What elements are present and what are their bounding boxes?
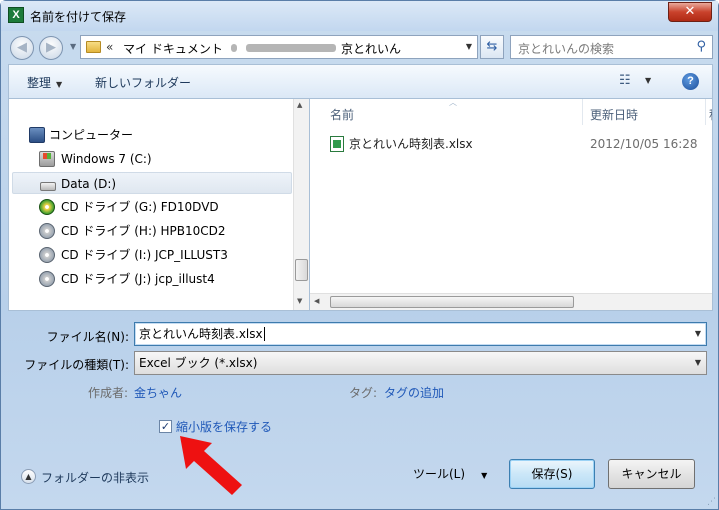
computer-icon bbox=[29, 127, 45, 143]
save-button[interactable]: 保存(S) bbox=[509, 459, 595, 489]
view-options-icon[interactable]: ☷ bbox=[619, 73, 631, 88]
tools-label: ツール(L) bbox=[413, 467, 466, 481]
save-as-dialog: X 名前を付けて保存 ✕ ◀ ▶ ▼ « マイ ドキュメント 京とれいん ▼ ⇆… bbox=[0, 0, 719, 510]
file-list-hscrollbar[interactable]: ◀ bbox=[310, 293, 712, 310]
chevron-down-icon[interactable]: ▼ bbox=[695, 352, 701, 374]
file-row[interactable]: 京とれいん時刻表.xlsx 2012/10/05 16:28 M bbox=[327, 134, 707, 154]
folder-icon bbox=[86, 41, 101, 53]
scrollbar-thumb[interactable] bbox=[330, 296, 574, 308]
search-box[interactable]: 京とれいんの検索 ⚲ bbox=[510, 35, 713, 59]
column-header-modified[interactable]: 更新日時 bbox=[590, 106, 638, 123]
breadcrumb-my-documents[interactable]: マイ ドキュメント bbox=[123, 40, 223, 57]
chevron-down-icon[interactable]: ▼ bbox=[645, 76, 651, 85]
address-overflow-chevron[interactable]: « bbox=[106, 40, 113, 54]
tree-item-cd-i[interactable]: CD ドライブ (I:) JCP_ILLUST3 bbox=[37, 244, 287, 266]
chevron-down-icon: ▼ bbox=[481, 471, 488, 480]
author-label: 作成者: bbox=[88, 386, 129, 400]
back-button[interactable]: ◀ bbox=[10, 36, 34, 60]
cancel-button[interactable]: キャンセル bbox=[608, 459, 695, 489]
file-list-pane: ︿ 名前 更新日時 種 京とれいん時刻表.xlsx 2012/10/05 16:… bbox=[309, 98, 713, 311]
scrollbar-thumb[interactable] bbox=[295, 259, 308, 281]
cd-icon bbox=[39, 223, 55, 239]
tree-item-label: CD ドライブ (H:) HPB10CD2 bbox=[61, 224, 226, 238]
filename-value: 京とれいん時刻表.xlsx bbox=[139, 327, 263, 341]
redacted-segment bbox=[246, 44, 336, 52]
column-divider[interactable] bbox=[705, 99, 706, 125]
tree-item-label: CD ドライブ (G:) FD10DVD bbox=[61, 200, 219, 214]
organize-menu-button[interactable]: 整理 ▼ bbox=[27, 74, 62, 91]
title-bar: X 名前を付けて保存 ✕ bbox=[1, 1, 718, 31]
close-button[interactable]: ✕ bbox=[668, 2, 712, 22]
tree-item-cd-h[interactable]: CD ドライブ (H:) HPB10CD2 bbox=[37, 220, 287, 242]
nav-pane-scrollbar[interactable]: ▲ ▼ bbox=[293, 99, 309, 310]
chevron-down-icon[interactable]: ▼ bbox=[695, 323, 701, 345]
dvd-icon bbox=[39, 199, 55, 215]
tags-value[interactable]: タグの追加 bbox=[384, 384, 444, 401]
column-divider[interactable] bbox=[582, 99, 583, 125]
scroll-up-icon[interactable]: ▲ bbox=[297, 101, 302, 109]
tree-item-windows-c[interactable]: Windows 7 (C:) bbox=[37, 148, 287, 170]
column-header-type[interactable]: 種 bbox=[709, 106, 712, 123]
scroll-down-icon[interactable]: ▼ bbox=[297, 297, 302, 305]
scroll-left-icon[interactable]: ◀ bbox=[314, 297, 319, 305]
resize-grip-icon[interactable]: ⋰ bbox=[707, 497, 716, 507]
tools-menu-button[interactable]: ツール(L) ▼ bbox=[413, 465, 487, 482]
organize-label: 整理 bbox=[27, 76, 52, 90]
recent-locations-caret-icon[interactable]: ▼ bbox=[70, 42, 76, 51]
forward-button[interactable]: ▶ bbox=[39, 36, 63, 60]
tree-item-computer[interactable]: コンピューター bbox=[27, 124, 287, 146]
drive-icon bbox=[40, 182, 56, 191]
column-header-name[interactable]: 名前 bbox=[330, 106, 354, 123]
sort-ascending-icon: ︿ bbox=[449, 98, 457, 107]
tree-item-cd-g[interactable]: CD ドライブ (G:) FD10DVD bbox=[37, 196, 287, 218]
cd-icon bbox=[39, 247, 55, 263]
help-icon[interactable]: ? bbox=[682, 73, 699, 90]
filename-label: ファイル名(N): bbox=[46, 330, 129, 344]
dialog-title: 名前を付けて保存 bbox=[30, 10, 127, 24]
windows-drive-icon bbox=[39, 151, 55, 167]
cd-icon bbox=[39, 271, 55, 287]
tree-item-cd-j[interactable]: CD ドライブ (J:) jcp_illust4 bbox=[37, 268, 287, 290]
author-value[interactable]: 金ちゃん bbox=[134, 384, 182, 401]
navigation-pane: コンピューター Windows 7 (C:) Data (D:) CD ドライブ… bbox=[8, 98, 309, 311]
filetype-value: Excel ブック (*.xlsx) bbox=[139, 356, 258, 370]
breadcrumb-current-folder[interactable]: 京とれいん bbox=[341, 40, 401, 57]
excel-file-icon bbox=[330, 136, 344, 152]
filetype-label: ファイルの種類(T): bbox=[24, 358, 129, 372]
red-arrow-annotation bbox=[180, 436, 242, 495]
address-bar[interactable]: « マイ ドキュメント 京とれいん ▼ bbox=[80, 35, 478, 59]
file-type: M bbox=[712, 134, 713, 154]
new-folder-button[interactable]: 新しいフォルダー bbox=[95, 74, 191, 91]
address-dropdown-icon[interactable]: ▼ bbox=[466, 42, 472, 51]
tree-item-label: CD ドライブ (J:) jcp_illust4 bbox=[61, 272, 215, 286]
excel-app-icon: X bbox=[8, 7, 24, 23]
chevron-down-icon: ▼ bbox=[56, 80, 63, 89]
file-name: 京とれいん時刻表.xlsx bbox=[349, 137, 473, 151]
tree-item-label: CD ドライブ (I:) JCP_ILLUST3 bbox=[61, 248, 228, 262]
tags-label: タグ: bbox=[349, 386, 378, 400]
tree-item-label: コンピューター bbox=[49, 128, 134, 142]
save-thumbnail-checkbox[interactable]: ✓ bbox=[159, 420, 172, 433]
filetype-select[interactable]: Excel ブック (*.xlsx) ▼ bbox=[134, 351, 707, 375]
tree-item-label: Windows 7 (C:) bbox=[61, 152, 152, 166]
hide-folders-label: フォルダーの非表示 bbox=[41, 471, 150, 485]
file-modified: 2012/10/05 16:28 bbox=[590, 137, 698, 151]
search-icon[interactable]: ⚲ bbox=[696, 39, 706, 54]
refresh-button[interactable]: ⇆ bbox=[480, 35, 504, 59]
filename-input[interactable]: 京とれいん時刻表.xlsx ▼ bbox=[134, 322, 707, 346]
search-placeholder: 京とれいんの検索 bbox=[518, 42, 615, 56]
tree-item-data-d[interactable]: Data (D:) bbox=[12, 172, 292, 194]
chevron-up-icon: ▲ bbox=[21, 469, 36, 484]
redacted-segment bbox=[231, 44, 237, 52]
command-toolbar: 整理 ▼ 新しいフォルダー ☷ ▼ ? bbox=[8, 64, 713, 98]
tree-item-label: Data (D:) bbox=[61, 177, 117, 191]
